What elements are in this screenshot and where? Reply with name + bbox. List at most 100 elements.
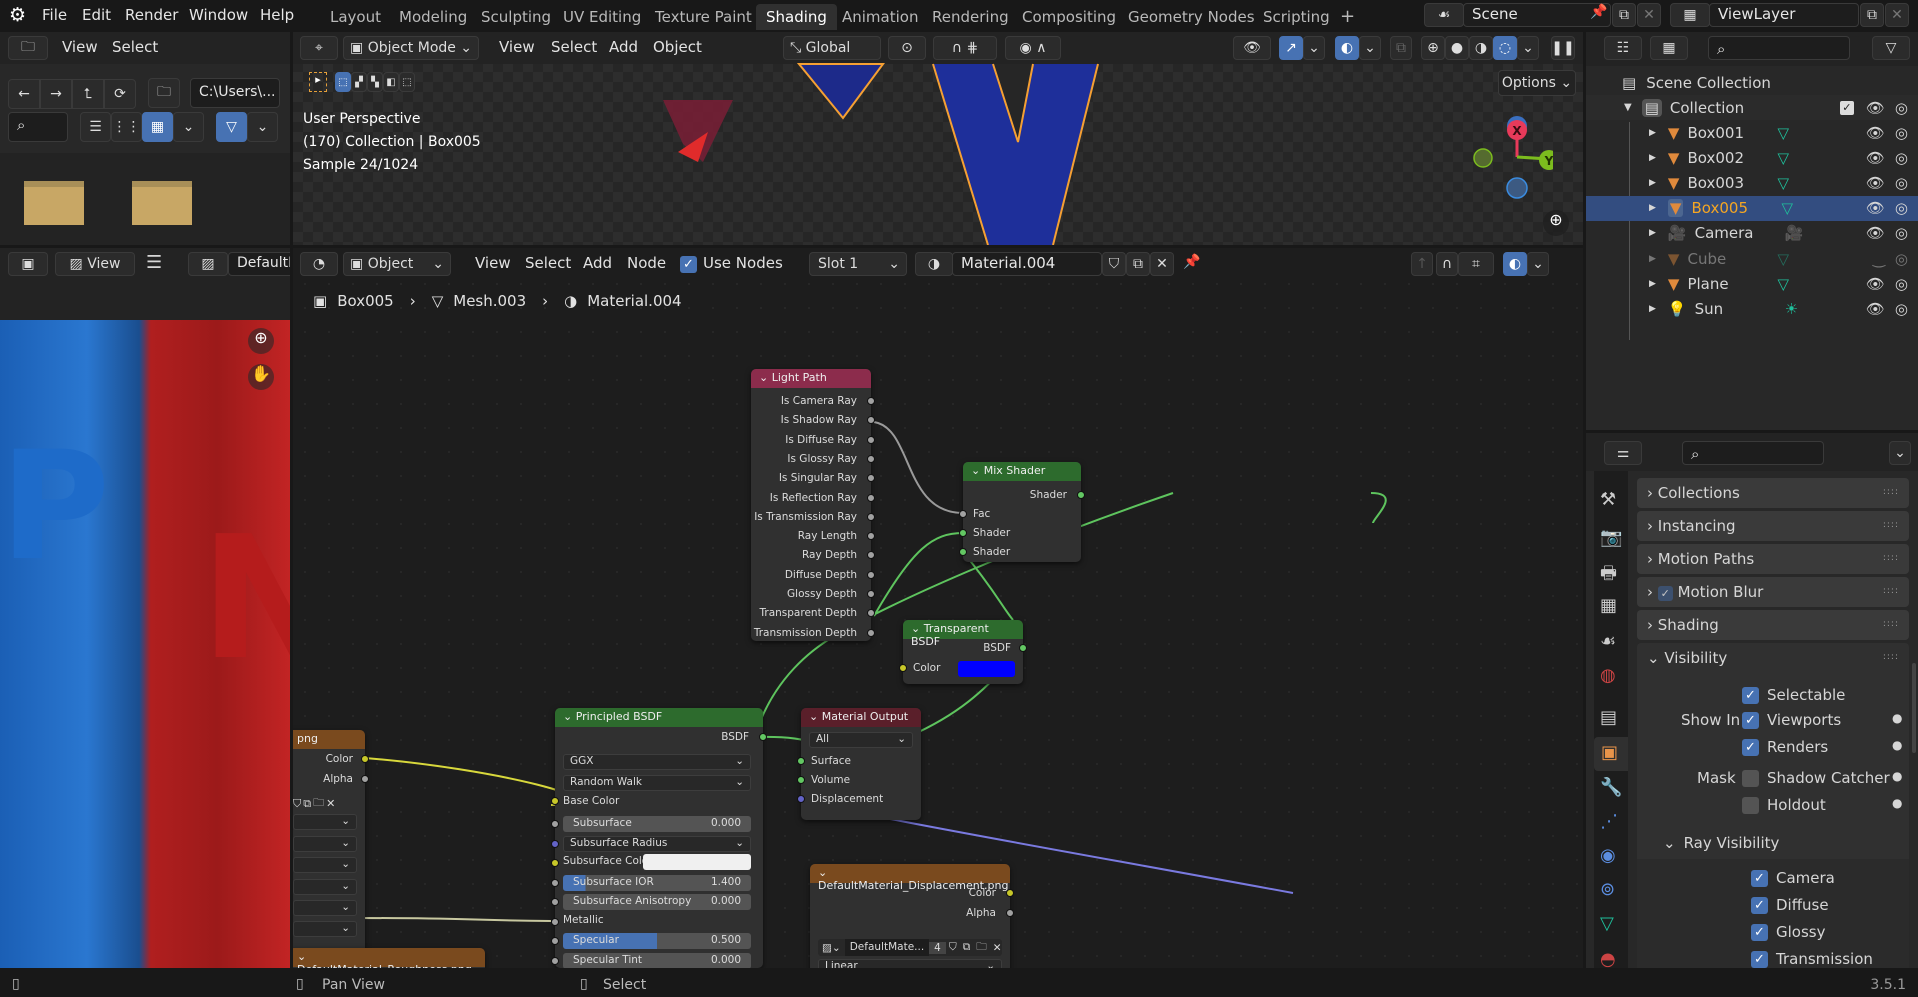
eye-closed-icon[interactable]: ‿ bbox=[1873, 250, 1885, 268]
ray-diffuse-checkbox[interactable]: ✓ bbox=[1751, 896, 1768, 914]
node-mix-shader[interactable]: ⌄ Mix Shader Shader Fac Shader Shader bbox=[959, 462, 1085, 562]
value-slider[interactable]: Specular Tint 0.000 bbox=[563, 952, 751, 968]
scene-browser-button[interactable]: ☙ bbox=[1424, 3, 1464, 27]
value-slider[interactable]: Subsurface IOR 1.400 bbox=[563, 874, 751, 891]
copy-icon[interactable]: ⧉ bbox=[960, 941, 974, 954]
socket-output-alpha[interactable] bbox=[1006, 909, 1014, 917]
viewport-3d[interactable]: ⌖ ▣ Object Mode ⌄ View Select Add Object … bbox=[293, 32, 1583, 245]
tab-animation[interactable]: Animation bbox=[832, 4, 928, 30]
tab-geometry-nodes[interactable]: Geometry Nodes bbox=[1118, 4, 1265, 30]
node-displacement-texture[interactable]: ⌄ DefaultMaterial_Displacement.png Color… bbox=[810, 864, 1014, 968]
drag-handle-icon[interactable]: :::: bbox=[1883, 652, 1899, 662]
display-mode-dropdown[interactable]: ☷ bbox=[1604, 36, 1642, 60]
node-image-texture[interactable]: png Color Alpha ⛉ ⧉ 🗀 ✕ ⌄ ⌄ ⌄ ⌄ ⌄ ⌄ bbox=[293, 730, 369, 968]
filter-dropdown[interactable]: ▽ bbox=[1872, 36, 1910, 60]
scene-tab-icon[interactable]: ☙ bbox=[1600, 631, 1616, 652]
forward-button[interactable]: → bbox=[40, 79, 72, 109]
image-browse-button[interactable]: ▨ bbox=[188, 252, 228, 276]
node-light-path[interactable]: ⌄ Light Path Is Camera Ray Is Shadow Ray I… bbox=[751, 369, 875, 641]
vertical-list-button[interactable]: ☰ bbox=[80, 112, 111, 142]
new-scene-button[interactable]: ⧉ bbox=[1612, 3, 1636, 27]
distribution-dropdown[interactable]: GGX ⌄ bbox=[563, 754, 751, 770]
close-icon[interactable]: ✕ bbox=[990, 942, 1005, 954]
socket-input-shader-1[interactable] bbox=[959, 529, 967, 537]
shield-icon[interactable]: ⛉ bbox=[946, 941, 960, 954]
eye-icon[interactable]: 👁 bbox=[1866, 224, 1885, 242]
node-roughness-texture[interactable]: ⌄ DefaultMaterial_Roughness.png bbox=[293, 948, 485, 968]
collapse-chevron-icon[interactable]: ⌄ bbox=[911, 622, 924, 635]
physics-tab-icon[interactable]: ◉ bbox=[1600, 845, 1616, 866]
expand-triangle-icon[interactable]: ▶ bbox=[1649, 178, 1656, 188]
output-socket[interactable] bbox=[867, 628, 875, 637]
image-browse-icon[interactable]: ▨⌄ bbox=[818, 942, 845, 954]
zoom-icon[interactable]: ⊕ bbox=[1543, 210, 1569, 236]
socket-output-alpha[interactable] bbox=[361, 775, 369, 783]
close-icon[interactable]: ✕ bbox=[326, 797, 335, 810]
object-tab-active[interactable]: ▣ bbox=[1594, 737, 1628, 771]
folder-icon[interactable]: 🗀 bbox=[313, 794, 324, 813]
camera-render-icon[interactable]: ◎ bbox=[1895, 99, 1908, 117]
input-socket[interactable] bbox=[551, 956, 559, 965]
properties-scrollbar[interactable] bbox=[1912, 663, 1916, 753]
camera-render-icon[interactable]: ◎ bbox=[1895, 275, 1908, 293]
tab-layout[interactable]: Layout bbox=[320, 4, 391, 30]
panel-header-visibility[interactable]: ⌄ Visibility :::: bbox=[1637, 643, 1909, 676]
parent-dir-button[interactable]: ⮤ bbox=[72, 79, 104, 109]
outliner-item[interactable]: ▶ ▼ Box001 ▽ 👁 ◎ bbox=[1586, 120, 1918, 145]
source-dropdown[interactable]: ⌄ bbox=[293, 879, 357, 895]
holdout-checkbox[interactable] bbox=[1742, 796, 1759, 814]
view-layer-field[interactable]: ViewLayer bbox=[1709, 3, 1859, 27]
eye-icon[interactable]: 👁 bbox=[1866, 275, 1885, 293]
outliner-item[interactable]: ▶ ▼ Box005 ▽ 👁 ◎ bbox=[1586, 195, 1918, 221]
input-socket[interactable] bbox=[551, 898, 559, 906]
alpha-dropdown[interactable]: ⌄ bbox=[293, 921, 357, 937]
eye-icon[interactable]: 👁 bbox=[1866, 199, 1885, 217]
socket-input-volume[interactable] bbox=[797, 776, 805, 784]
drag-handle-icon[interactable]: :::: bbox=[1883, 520, 1899, 530]
color-swatch[interactable] bbox=[958, 661, 1015, 677]
input-socket[interactable] bbox=[551, 839, 559, 848]
material-tab-icon[interactable]: ◓ bbox=[1600, 949, 1616, 968]
socket-input-surface[interactable] bbox=[797, 757, 805, 765]
value-slider[interactable]: Specular 0.500 bbox=[563, 933, 751, 949]
menu-edit[interactable]: Edit bbox=[82, 6, 111, 24]
tab-uv-editing[interactable]: UV Editing bbox=[553, 4, 651, 30]
zoom-icon[interactable]: ⊕ bbox=[248, 328, 274, 354]
path-field[interactable]: C:\Users\... bbox=[190, 78, 280, 108]
renders-checkbox[interactable]: ✓ bbox=[1742, 738, 1759, 756]
blender-logo-icon[interactable]: ⚙ bbox=[9, 4, 26, 26]
keyframe-dot-icon[interactable]: ● bbox=[1892, 769, 1902, 783]
drag-handle-icon[interactable]: :::: bbox=[1883, 586, 1899, 596]
extension-dropdown[interactable]: ⌄ bbox=[293, 857, 357, 873]
keyframe-dot-icon[interactable]: ● bbox=[1892, 711, 1902, 725]
output-socket[interactable] bbox=[867, 512, 875, 521]
holdout-row[interactable]: Holdout bbox=[1742, 796, 1826, 814]
socket-output-color[interactable] bbox=[1006, 889, 1014, 897]
shadow-catcher-checkbox[interactable] bbox=[1742, 769, 1759, 787]
camera-render-icon[interactable]: ◎ bbox=[1895, 149, 1908, 167]
selectable-checkbox[interactable]: ✓ bbox=[1742, 686, 1759, 704]
socket-output-color[interactable] bbox=[361, 755, 369, 763]
ray-visibility-subpanel-header[interactable]: ⌄ Ray Visibility bbox=[1663, 834, 1779, 852]
eye-icon[interactable]: 👁 bbox=[1866, 124, 1885, 142]
menu-help[interactable]: Help bbox=[260, 6, 294, 24]
socket-input-shader-2[interactable] bbox=[959, 548, 967, 556]
filter-toggle-button[interactable]: ▽ bbox=[216, 112, 247, 142]
particles-tab-icon[interactable]: ⋰ bbox=[1600, 811, 1618, 832]
input-socket[interactable] bbox=[551, 859, 559, 867]
input-socket[interactable] bbox=[551, 917, 559, 926]
image-name-field[interactable]: DefaultMate... bbox=[844, 939, 930, 956]
panel-header-shading[interactable]: › Shading :::: bbox=[1637, 610, 1909, 640]
drag-handle-icon[interactable]: :::: bbox=[1883, 619, 1899, 629]
filter-settings-dropdown[interactable]: ⌄ bbox=[247, 112, 278, 142]
drag-handle-icon[interactable]: :::: bbox=[1883, 553, 1899, 563]
tab-shading[interactable]: Shading bbox=[756, 4, 837, 30]
view-layer-browser-button[interactable]: ▦ bbox=[1670, 3, 1710, 27]
camera-render-icon[interactable]: ◎ bbox=[1895, 199, 1908, 217]
data-tab-icon[interactable]: ▽ bbox=[1600, 913, 1614, 934]
view-layer-tab-icon[interactable]: ▦ bbox=[1600, 595, 1617, 616]
output-socket[interactable] bbox=[867, 493, 875, 502]
socket-input-displacement[interactable] bbox=[797, 795, 805, 803]
collapse-chevron-icon[interactable]: ⌄ bbox=[297, 950, 306, 963]
light-data-icon[interactable]: ☀ bbox=[1785, 300, 1798, 318]
